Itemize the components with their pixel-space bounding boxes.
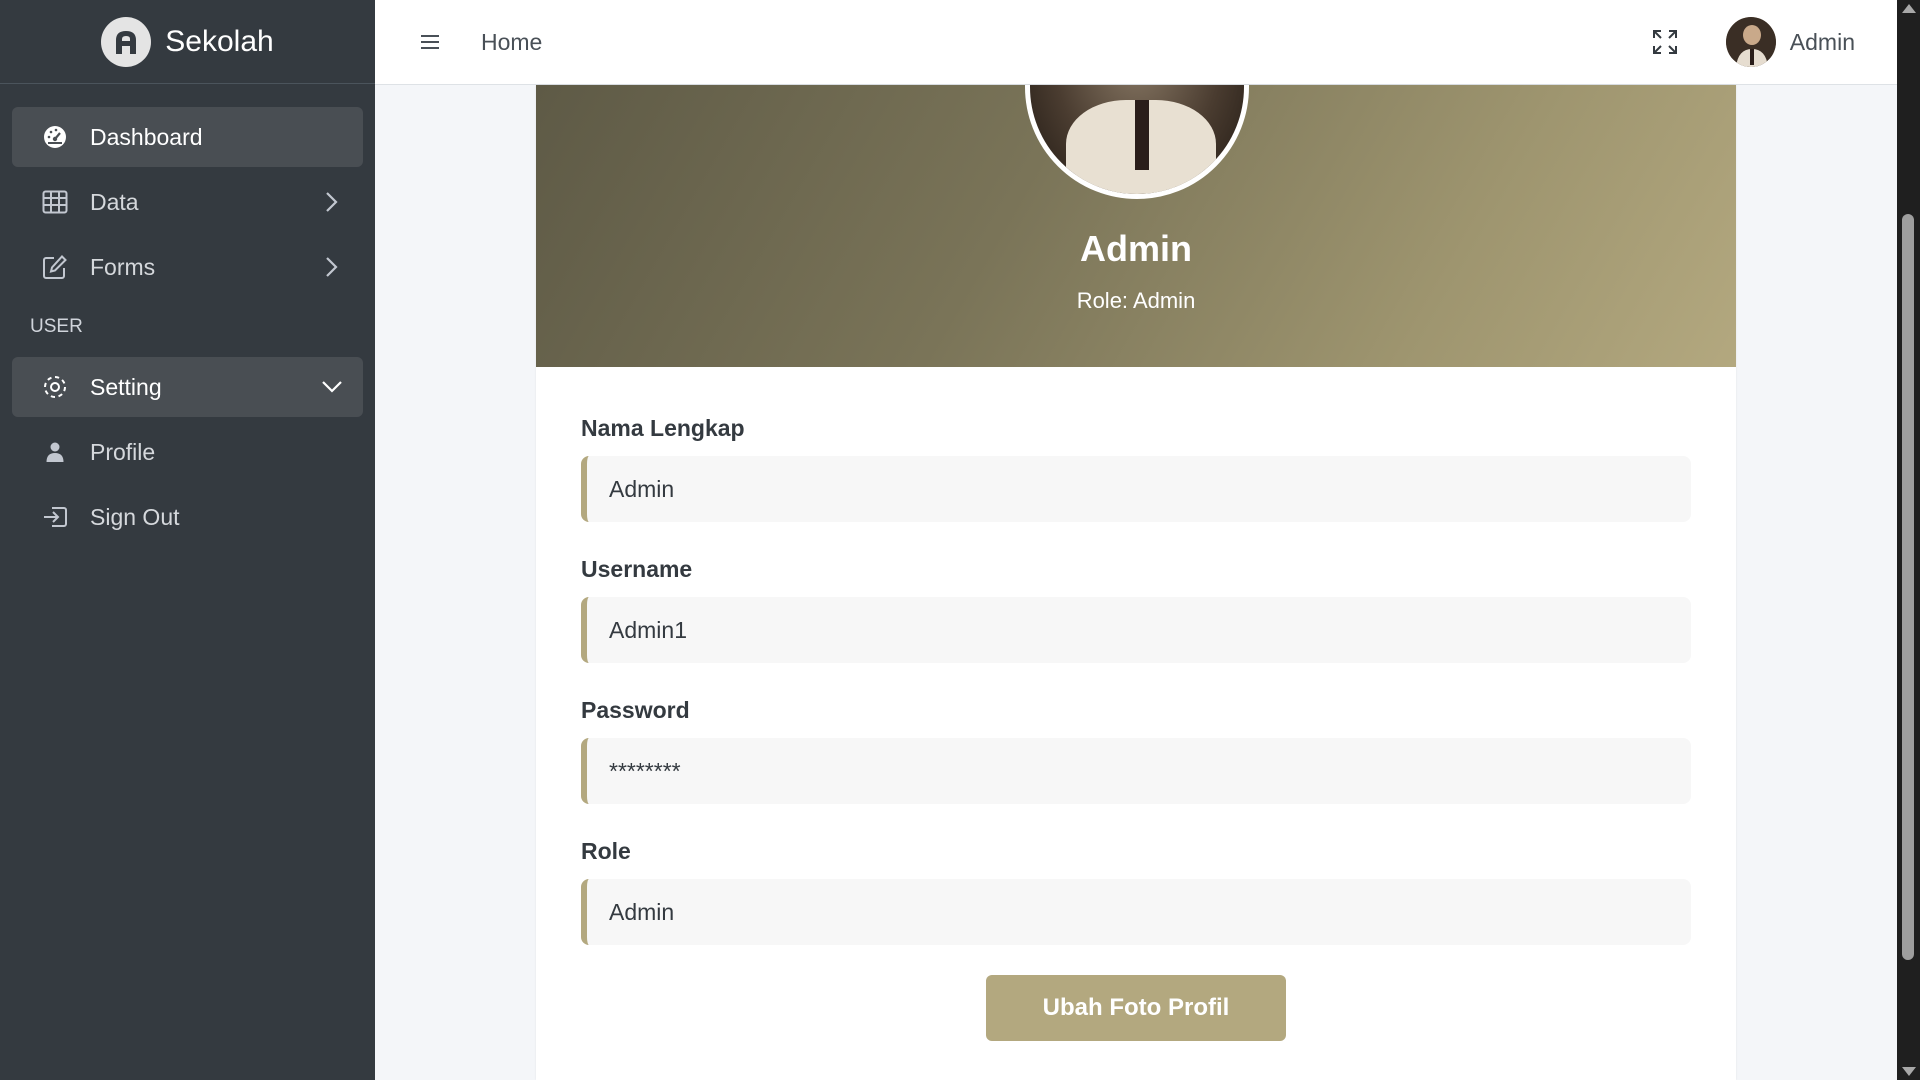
- password-field[interactable]: ********: [581, 738, 1691, 804]
- sidebar-section-header: USER: [30, 316, 83, 337]
- profile-card-header: Admin Role: Admin: [536, 85, 1736, 367]
- role-field[interactable]: Admin: [581, 879, 1691, 945]
- sidebar-item-profile[interactable]: Profile: [12, 422, 363, 482]
- profile-photo-tie: [1135, 100, 1149, 170]
- profile-name: Admin: [1080, 228, 1192, 269]
- brand-name: Sekolah: [165, 24, 274, 58]
- brand-logo-icon: [101, 16, 152, 67]
- avatar[interactable]: [1725, 17, 1776, 67]
- scroll-thumb[interactable]: [1902, 214, 1914, 960]
- sidebar-item-label: Data: [90, 188, 139, 215]
- field-label: Password: [581, 697, 690, 723]
- hamburger-menu-icon[interactable]: [419, 31, 441, 53]
- sidebar-item-label: Forms: [90, 253, 156, 280]
- sidebar-item-forms[interactable]: Forms: [12, 237, 363, 297]
- edit-icon: [40, 252, 70, 282]
- sidebar-item-dashboard[interactable]: Dashboard: [12, 107, 363, 167]
- chevron-right-icon: [319, 254, 345, 280]
- sidebar-item-label: Setting: [90, 373, 162, 400]
- user-icon: [40, 437, 70, 467]
- scroll-up-arrow-icon[interactable]: [1902, 4, 1916, 13]
- field-label: Role: [581, 838, 631, 864]
- sidebar-item-label: Dashboard: [90, 123, 203, 150]
- home-link[interactable]: Home: [481, 29, 542, 56]
- username-field[interactable]: Admin1: [581, 597, 1691, 663]
- sidebar-item-data[interactable]: Data: [12, 172, 363, 232]
- topbar-right: Admin: [1650, 17, 1855, 67]
- brand-link[interactable]: Sekolah: [0, 0, 375, 84]
- form-group-role: Role Admin: [581, 838, 1691, 945]
- sidebar-item-sign-out[interactable]: Sign Out: [12, 487, 363, 547]
- sidebar-item-label: Profile: [90, 438, 156, 465]
- sidebar-item-label: Sign Out: [90, 503, 180, 530]
- sidebar: Sekolah Dashboard Data Forms USER Settin…: [0, 0, 375, 1080]
- form-group-password: Password ********: [581, 697, 1691, 804]
- form-group-nama-lengkap: Nama Lengkap Admin: [581, 415, 1691, 522]
- nama-lengkap-field[interactable]: Admin: [581, 456, 1691, 522]
- change-photo-button[interactable]: Ubah Foto Profil: [986, 975, 1286, 1041]
- sign-out-icon: [40, 502, 70, 532]
- field-label: Username: [581, 556, 693, 582]
- scroll-down-arrow-icon[interactable]: [1902, 1067, 1916, 1076]
- chevron-right-icon: [319, 189, 345, 215]
- profile-card: Admin Role: Admin Nama Lengkap Admin Use…: [536, 85, 1736, 1080]
- top-navbar: Home Admin: [375, 0, 1897, 85]
- form-group-username: Username Admin1: [581, 556, 1691, 663]
- profile-photo: [1025, 85, 1249, 199]
- sidebar-nav: Dashboard Data Forms USER Setting Profil…: [0, 84, 375, 547]
- field-label: Nama Lengkap: [581, 415, 745, 441]
- button-wrap: Ubah Foto Profil: [581, 975, 1691, 1041]
- chevron-down-icon: [319, 374, 345, 400]
- gear-icon: [40, 372, 70, 402]
- profile-form: Nama Lengkap Admin Username Admin1 Passw…: [536, 367, 1736, 1041]
- table-icon: [40, 187, 70, 217]
- dashboard-icon: [40, 122, 70, 152]
- sidebar-item-setting[interactable]: Setting: [12, 357, 363, 417]
- fullscreen-icon[interactable]: [1650, 27, 1680, 57]
- page-scrollbar[interactable]: [1897, 0, 1920, 1080]
- profile-role: Role: Admin: [1076, 288, 1196, 313]
- user-name[interactable]: Admin: [1790, 29, 1855, 56]
